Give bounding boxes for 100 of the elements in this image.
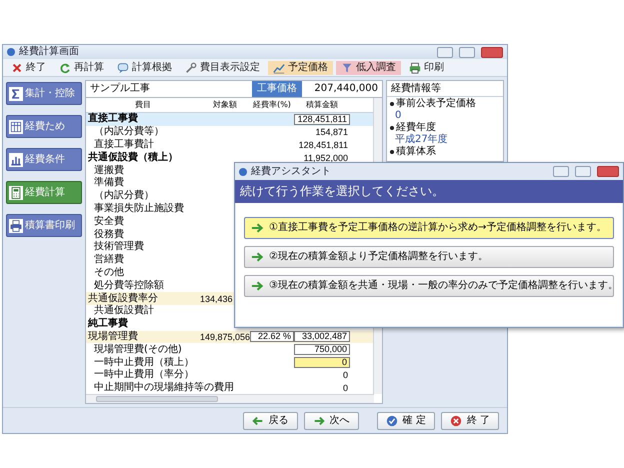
row-label: 中止期間中の現場維持等の費用: [93, 382, 235, 394]
maximize-button[interactable]: [459, 46, 475, 58]
option-button[interactable]: ①直接工事費を予定工事価格の逆計算から求め→予定価格調整を行います。: [244, 217, 614, 239]
minimize-button[interactable]: [553, 166, 569, 177]
amount-field[interactable]: 33,002,487: [294, 331, 350, 342]
project-name: サンプル工事: [89, 82, 151, 96]
bullet-icon: [390, 126, 394, 130]
row-label: 純工事費: [86, 318, 129, 330]
check-icon: [386, 414, 398, 426]
row-label: 一時中止費用（積上）: [93, 356, 195, 368]
row-label: 事業損失防止施設費: [93, 202, 185, 215]
toolbar-button[interactable]: 低入調査: [336, 60, 401, 74]
refresh-icon: [59, 62, 71, 74]
table-row[interactable]: 直接工事費計 128,451,811: [86, 138, 373, 152]
row-label: 共通仮設費（積上）: [87, 152, 179, 164]
table-cell-text: 154,871: [314, 126, 349, 138]
row-label: 共通仮設費計: [93, 305, 155, 318]
price-amount: 207,440,000: [313, 82, 379, 96]
row-label: 直接工事費: [87, 113, 139, 126]
dialog-heading: 続けて行う作業を選択してください。: [235, 180, 623, 203]
app-icon: [239, 168, 247, 176]
row-label: 技術管理費: [93, 241, 145, 254]
table-row[interactable]: 現場管理費(その他) 750,000: [86, 343, 373, 356]
arrow-right-icon: [251, 251, 264, 263]
table-row[interactable]: 一時中止費用（積上） 0: [86, 356, 373, 369]
row-label: （内訳分費等）: [93, 126, 165, 138]
table-row[interactable]: 一時中止費用（率分） 0: [86, 368, 373, 382]
close-icon: [11, 62, 23, 74]
rate-field[interactable]: 22.62 %: [250, 331, 294, 342]
price-tab[interactable]: 工事価格: [252, 81, 302, 97]
row-label: 一時中止費用（率分）: [93, 369, 195, 382]
wrench-icon: [185, 62, 197, 74]
info-value: 平成27年度: [394, 134, 449, 145]
table-cell: 134,436: [200, 292, 233, 305]
table-cell-text: 11,952,000: [302, 152, 349, 164]
funnel-icon: [341, 62, 353, 74]
table-cell-text: 128,451,811: [298, 138, 349, 151]
grid-icon: [9, 120, 23, 134]
arrow-right-icon: [251, 280, 264, 292]
maximize-button[interactable]: [575, 166, 591, 177]
row-label: 役務費: [93, 228, 125, 240]
sidebar-item[interactable]: 集計・控除: [6, 82, 82, 105]
sidebar-item[interactable]: 経費ため: [6, 115, 82, 138]
amount-field[interactable]: 128,451,811: [294, 114, 350, 125]
table-row[interactable]: 中止期間中の現場維持等の費用 0: [86, 382, 373, 395]
speech-bubble-icon: [117, 62, 129, 74]
amount-field[interactable]: 0: [294, 357, 350, 368]
footer-button[interactable]: 確 定: [376, 412, 435, 430]
table-cell: 149,875,056: [200, 330, 250, 343]
footer-button[interactable]: 終 了: [440, 412, 499, 430]
bullet-icon: [390, 150, 394, 154]
toolbar-button[interactable]: 予定価格: [268, 60, 333, 74]
toolbar-button[interactable]: 終了: [6, 60, 51, 74]
option-button[interactable]: ②現在の積算金額より予定価格調整を行います。: [244, 246, 614, 268]
column-header: 対象額: [212, 99, 238, 111]
minimize-button[interactable]: [437, 46, 453, 58]
printer-icon: [9, 218, 23, 232]
close-icon: [450, 414, 462, 426]
toolbar-button[interactable]: 費目表示設定: [180, 60, 265, 74]
column-header: 費目: [134, 99, 152, 111]
table-cell-text: 0: [342, 369, 349, 382]
row-label: 共通仮設費率分: [87, 292, 159, 304]
table-row[interactable]: 直接工事費 128,451,811: [86, 113, 373, 126]
info-label: 事前公表予定価格: [396, 98, 476, 109]
column-header: 経費率(%): [252, 99, 292, 111]
sidebar-item[interactable]: 積算書印刷: [6, 214, 82, 237]
dialog-title: 経費アシスタント: [251, 166, 332, 178]
scrollbar[interactable]: [86, 394, 374, 403]
row-label: 現場管理費: [87, 330, 139, 343]
info-label: 経費年度: [396, 122, 436, 133]
toolbar-button[interactable]: 計算根拠: [112, 60, 177, 74]
table-row[interactable]: （内訳分費等） 154,871: [86, 126, 373, 139]
toolbar-button[interactable]: 再計算: [54, 60, 109, 74]
toolbar-button[interactable]: 印刷: [404, 60, 449, 74]
table-row[interactable]: 共通仮設費（積上） 11,952,000: [86, 151, 373, 164]
table-row[interactable]: 現場管理費 149,875,056 22.62 % 33,002,487: [86, 330, 373, 344]
sidebar-item[interactable]: 経費条件: [6, 148, 82, 171]
row-label: 直接工事費計: [93, 138, 155, 151]
table-cell-text: 0: [342, 382, 349, 394]
bar-chart-icon: [9, 152, 23, 166]
info-label: 積算体系: [396, 146, 436, 157]
arrow-right-icon: [312, 414, 325, 426]
calculator-icon: [9, 186, 23, 200]
column-header: 積算金額: [305, 99, 339, 111]
option-button[interactable]: ③現在の積算金額を共通・現場・一般の率分のみで予定価格調整を行います。: [244, 275, 614, 297]
row-label: 準備費: [93, 177, 125, 190]
app-icon: [7, 48, 15, 56]
info-value: 0: [394, 110, 402, 121]
footer-button[interactable]: 次へ: [304, 412, 359, 430]
amount-field[interactable]: 750,000: [294, 344, 350, 356]
footer-button[interactable]: 戻る: [242, 412, 298, 430]
bullet-icon: [390, 102, 394, 106]
line-chart-icon: [273, 62, 285, 74]
printer-icon: [409, 62, 421, 74]
close-button[interactable]: [481, 46, 503, 58]
arrow-right-icon: [251, 222, 264, 234]
sigma-icon: [9, 86, 23, 100]
row-label: 現場管理費(その他): [93, 344, 183, 356]
window-title: 経費計算画面: [19, 46, 80, 58]
arrow-left-icon: [252, 414, 264, 426]
